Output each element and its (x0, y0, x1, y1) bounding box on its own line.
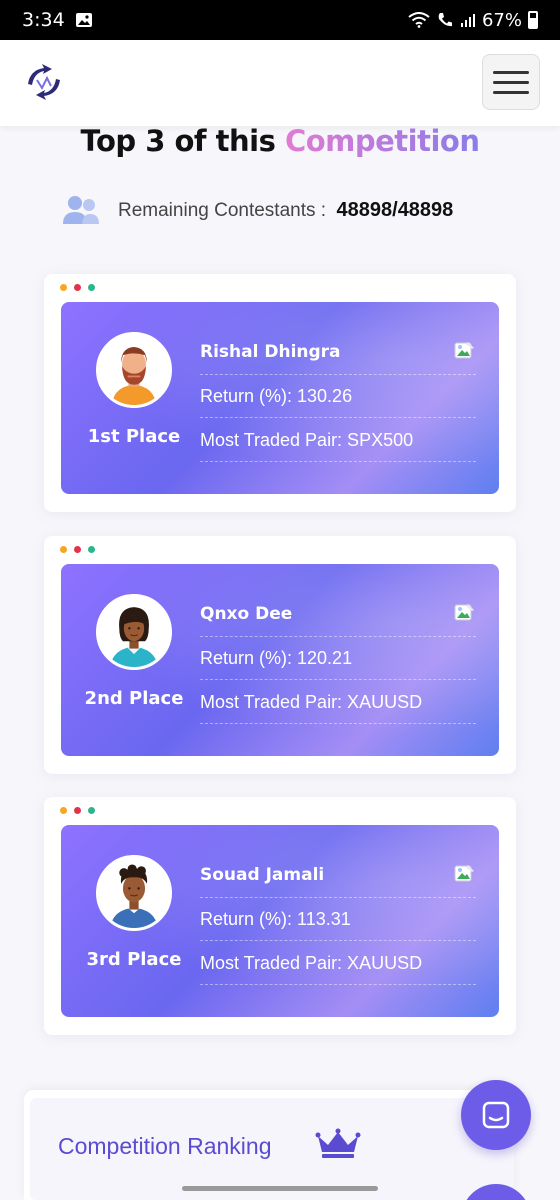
divider (200, 374, 476, 375)
place-label: 3rd Place (86, 949, 182, 970)
contestants-value: 48898/48898 (336, 198, 454, 221)
broken-image-icon (454, 865, 474, 882)
winner-card: 1st Place Rishal Dhingra Return (%): 130… (61, 302, 499, 494)
winner-name: Rishal Dhingra (200, 342, 341, 362)
avatar (96, 332, 172, 408)
broken-image-icon (454, 342, 474, 359)
return-value: Return (%): 113.31 (200, 909, 476, 941)
window-dots (60, 546, 95, 553)
return-value: Return (%): 130.26 (200, 386, 476, 418)
wifi-calling-icon (438, 13, 452, 27)
signal-icon (460, 14, 475, 27)
winner-name: Souad Jamali (200, 865, 325, 885)
wifi-icon (408, 12, 430, 28)
avatar (96, 594, 172, 670)
battery-icon (528, 11, 538, 29)
winner-card-frame: 2nd Place Qnxo Dee Return (%): 120.21 Mo… (44, 536, 516, 774)
hamburger-line (493, 80, 529, 84)
competition-ranking-panel: Competition Ranking (30, 1098, 514, 1200)
contestants-label: Remaining Contestants : (118, 199, 327, 221)
remaining-contestants: Remaining Contestants : 48898/48898 (62, 194, 453, 226)
winner-card-frame: 3rd Place Souad Jamali Return (%): 113.3… (44, 797, 516, 1035)
chat-button[interactable] (461, 1080, 531, 1150)
most-traded-pair: Most Traded Pair: XAUUSD (200, 953, 476, 985)
hamburger-line (493, 90, 529, 94)
winner-card: 2nd Place Qnxo Dee Return (%): 120.21 Mo… (61, 564, 499, 756)
place-label: 1st Place (87, 426, 181, 447)
window-dots (60, 284, 95, 291)
divider (200, 897, 476, 898)
status-time: 3:34 (22, 9, 65, 31)
avatar (96, 855, 172, 931)
status-bar: 3:34 67% (0, 0, 560, 40)
brand-logo[interactable] (20, 58, 68, 106)
window-dots (60, 807, 95, 814)
winner-name: Qnxo Dee (200, 604, 293, 624)
woman-avatar-icon (99, 597, 169, 667)
divider (200, 636, 476, 637)
winner-card: 3rd Place Souad Jamali Return (%): 113.3… (61, 825, 499, 1017)
place-label: 2nd Place (84, 688, 184, 709)
bearded-man-avatar-icon (99, 335, 169, 405)
winner-card-frame: 1st Place Rishal Dhingra Return (%): 130… (44, 274, 516, 512)
crown-icon (315, 1128, 361, 1158)
return-value: Return (%): 120.21 (200, 648, 476, 680)
hamburger-line (493, 70, 529, 74)
competition-ranking-label[interactable]: Competition Ranking (58, 1133, 272, 1160)
home-indicator[interactable] (182, 1186, 378, 1191)
chat-icon (482, 1101, 510, 1129)
broken-image-icon (454, 604, 474, 621)
users-icon (63, 196, 99, 224)
gallery-icon (75, 13, 92, 27)
most-traded-pair: Most Traded Pair: SPX500 (200, 430, 476, 462)
app-header (0, 40, 560, 126)
menu-button[interactable] (482, 54, 540, 110)
curly-hair-man-avatar-icon (99, 858, 169, 928)
status-right: 67% (408, 10, 538, 31)
competition-ranking-section[interactable]: Competition Ranking (24, 1090, 514, 1200)
title-accent: Competition (284, 124, 480, 158)
page-title: Top 3 of this Competition (0, 124, 560, 158)
title-prefix: Top 3 of this (80, 124, 285, 158)
battery-percent: 67% (481, 9, 522, 31)
most-traded-pair: Most Traded Pair: XAUUSD (200, 692, 476, 724)
